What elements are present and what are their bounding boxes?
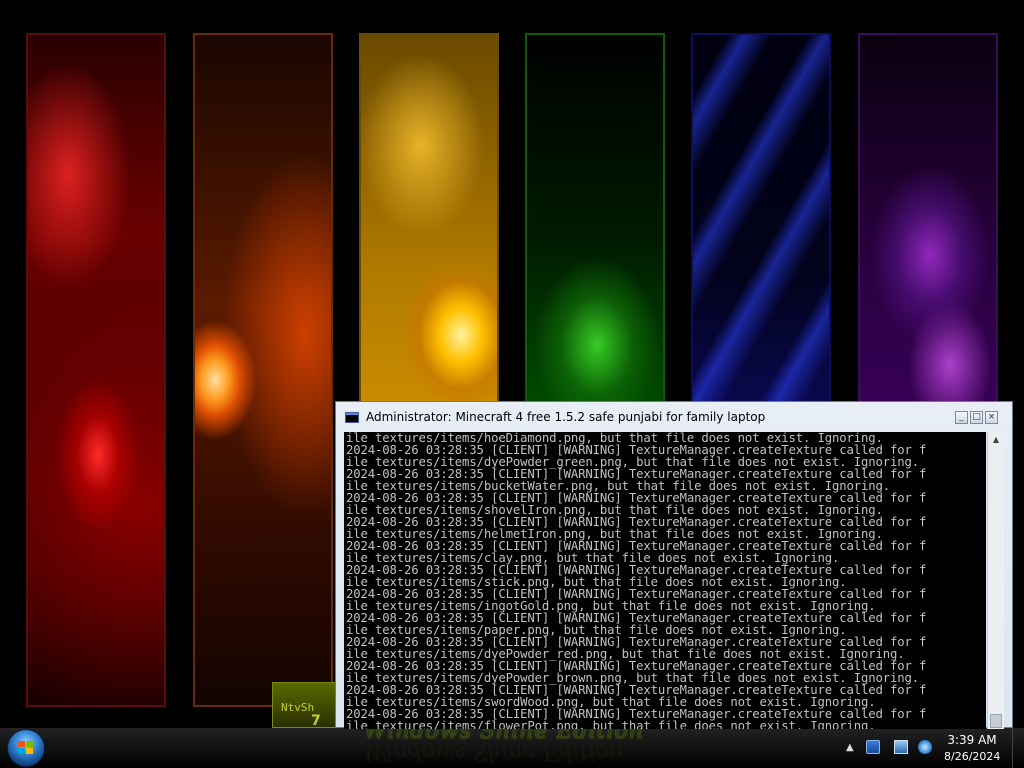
wallpaper-panel-orange xyxy=(193,33,333,707)
maximize-button[interactable]: □ xyxy=(970,411,983,424)
scroll-thumb[interactable] xyxy=(990,714,1002,728)
edition-watermark-reflection: Windows Shine Edition xyxy=(364,740,623,764)
clock-time[interactable]: 3:39 AM xyxy=(944,733,1000,747)
minimize-icon: _ xyxy=(959,412,964,422)
minimize-button[interactable]: _ xyxy=(955,411,968,424)
window-title: Administrator: Minecraft 4 free 1.5.2 sa… xyxy=(366,410,766,424)
vertical-scrollbar[interactable]: ▲ xyxy=(987,432,1004,729)
system-tray: ▲ 3:39 AM 8/26/2024 xyxy=(842,728,1024,768)
wallpaper-panel-red xyxy=(26,33,166,707)
network-icon[interactable] xyxy=(894,740,908,754)
show-desktop-button[interactable] xyxy=(1012,728,1024,768)
console-line: ile textures/items/flowerPot.png, but th… xyxy=(346,719,876,729)
console-window[interactable]: Administrator: Minecraft 4 free 1.5.2 sa… xyxy=(335,401,1013,729)
start-button[interactable] xyxy=(7,729,45,767)
volume-icon[interactable] xyxy=(918,740,932,754)
clock-date[interactable]: 8/26/2024 xyxy=(944,750,1000,763)
desktop-shortcut-label: NtvSh xyxy=(281,701,315,714)
close-icon: × xyxy=(987,412,996,422)
console-lines: ile textures/items/hoeDiamond.png, but t… xyxy=(346,432,926,729)
console-output[interactable]: ile textures/items/hoeDiamond.png, but t… xyxy=(344,432,986,729)
console-icon xyxy=(345,412,359,423)
show-hidden-icons-chevron-icon[interactable]: ▲ xyxy=(846,742,854,753)
flag-icon[interactable] xyxy=(866,740,880,754)
close-button[interactable]: × xyxy=(985,411,998,424)
maximize-icon: □ xyxy=(972,412,981,422)
title-bar[interactable]: Administrator: Minecraft 4 free 1.5.2 sa… xyxy=(336,402,1012,430)
windows-logo-icon xyxy=(18,741,34,755)
scroll-up-arrow-icon[interactable]: ▲ xyxy=(990,434,1002,446)
desktop-shortcut-number: 7 xyxy=(311,713,321,729)
